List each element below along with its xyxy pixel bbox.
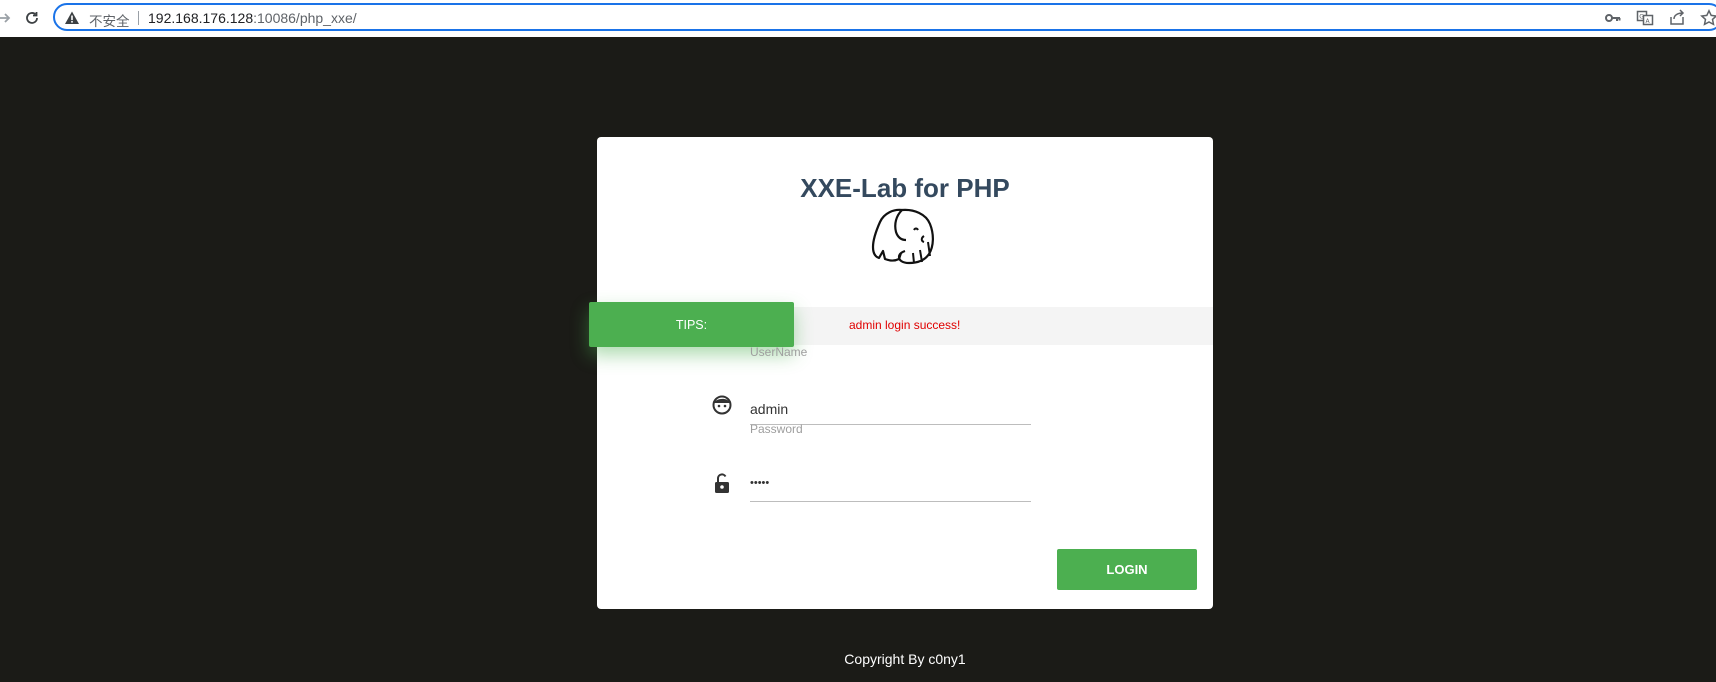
url-path: :10086/php_xxe/ bbox=[253, 10, 357, 26]
password-label: Password bbox=[750, 422, 803, 436]
copyright-text: Copyright By c0ny1 bbox=[844, 651, 966, 667]
warning-icon[interactable] bbox=[64, 10, 80, 26]
tips-badge: TIPS: bbox=[589, 302, 794, 347]
address-bar[interactable]: 不安全 192.168.176.128:10086/php_xxe/ GA bbox=[53, 3, 1716, 31]
forward-icon[interactable] bbox=[0, 7, 16, 29]
translate-icon[interactable]: GA bbox=[1636, 9, 1654, 27]
login-button[interactable]: LOGIN bbox=[1057, 549, 1197, 590]
lock-open-icon bbox=[715, 473, 729, 493]
key-icon[interactable] bbox=[1604, 9, 1622, 27]
login-card: XXE-Lab for PHP admin login success! TIP… bbox=[589, 137, 1213, 609]
reload-icon[interactable] bbox=[21, 7, 43, 29]
browser-toolbar: 不安全 192.168.176.128:10086/php_xxe/ GA bbox=[0, 0, 1716, 37]
password-input[interactable]: ••••• bbox=[750, 477, 769, 489]
url-text[interactable]: 192.168.176.128:10086/php_xxe/ bbox=[148, 10, 357, 26]
svg-text:G: G bbox=[1639, 14, 1644, 21]
star-icon[interactable] bbox=[1700, 9, 1716, 27]
share-icon[interactable] bbox=[1668, 9, 1686, 27]
tips-message: admin login success! bbox=[849, 318, 961, 332]
url-host: 192.168.176.128 bbox=[148, 10, 254, 26]
password-underline bbox=[750, 501, 1031, 502]
username-label: UserName bbox=[750, 345, 808, 359]
username-input[interactable]: admin bbox=[750, 401, 788, 417]
page-title: XXE-Lab for PHP bbox=[800, 173, 1010, 203]
user-face-icon bbox=[712, 395, 732, 415]
elephant-logo-icon bbox=[871, 208, 934, 265]
omnibox-separator bbox=[138, 11, 139, 25]
insecure-label[interactable]: 不安全 bbox=[89, 10, 130, 30]
